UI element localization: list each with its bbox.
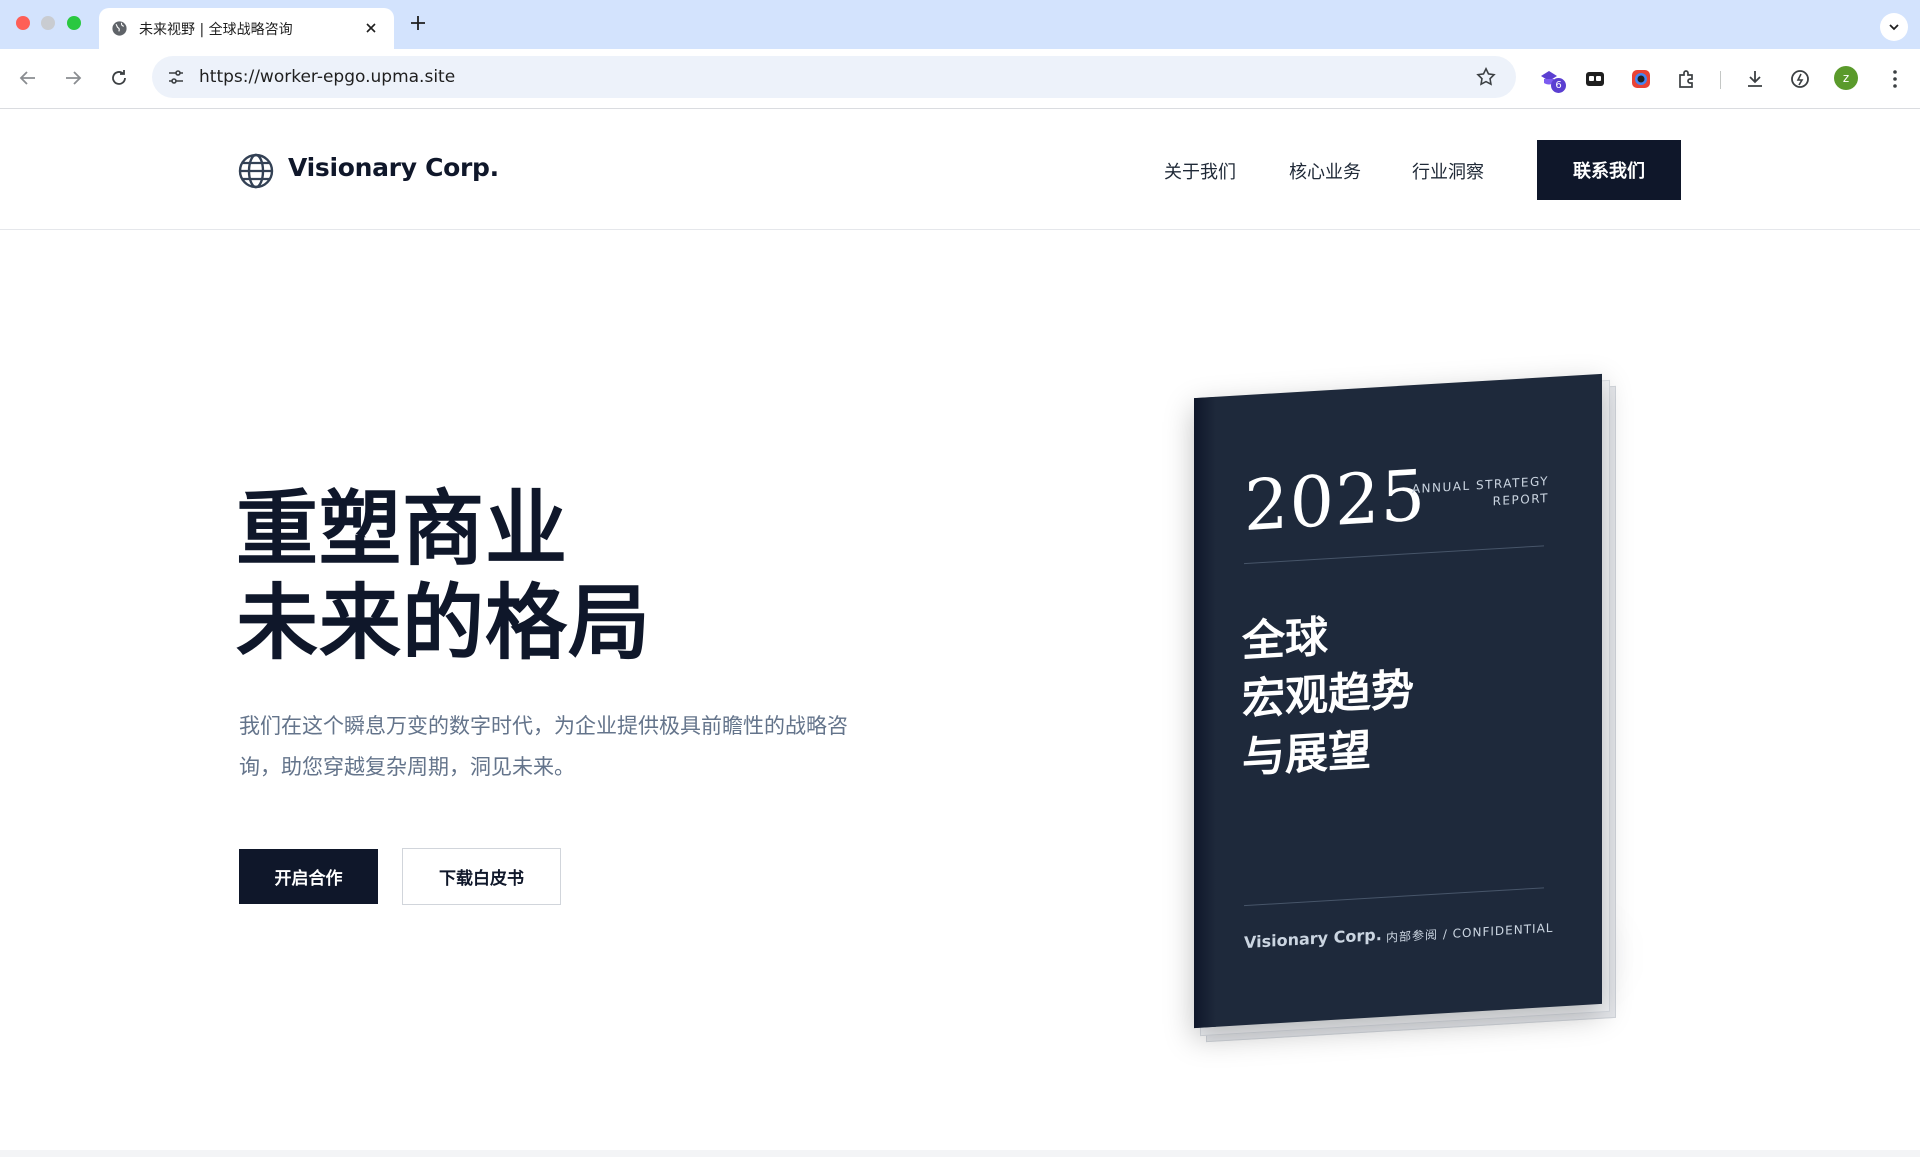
globe-favicon-icon bbox=[111, 20, 128, 37]
site-header: Visionary Corp. 关于我们 核心业务 行业洞察 联系我们 bbox=[0, 110, 1920, 230]
download-whitepaper-button[interactable]: 下载白皮书 bbox=[402, 848, 561, 905]
book-year: 2025 bbox=[1244, 454, 1427, 548]
hero-title: 重塑商业 未来的格局 bbox=[236, 482, 651, 670]
nav-link-insights[interactable]: 行业洞察 bbox=[1412, 158, 1484, 184]
close-window-button[interactable] bbox=[16, 16, 30, 30]
tab-title: 未来视野 | 全球战略咨询 bbox=[139, 22, 293, 38]
new-tab-icon[interactable] bbox=[408, 13, 428, 33]
report-book-mockup: 2025 ANNUAL STRATEGY REPORT 全球 宏观趋势 与展望 … bbox=[1170, 370, 1670, 1050]
toolbar-divider bbox=[1720, 71, 1721, 89]
book-cover: 2025 ANNUAL STRATEGY REPORT 全球 宏观趋势 与展望 … bbox=[1194, 373, 1602, 1029]
page-bottom-divider bbox=[0, 1150, 1920, 1157]
start-cooperation-button[interactable]: 开启合作 bbox=[239, 849, 378, 904]
book-heading-line-3: 与展望 bbox=[1242, 725, 1371, 784]
url-text: https://worker-epgo.upma.site bbox=[199, 67, 456, 87]
download-icon[interactable] bbox=[1743, 67, 1767, 91]
extension-badge-icon[interactable]: 6 bbox=[1538, 67, 1566, 93]
minimize-window-button[interactable] bbox=[41, 16, 55, 30]
maximize-window-button[interactable] bbox=[67, 16, 81, 30]
nav-link-about[interactable]: 关于我们 bbox=[1164, 158, 1236, 184]
book-spine bbox=[1194, 396, 1216, 1029]
extension-badge-count: 6 bbox=[1551, 78, 1566, 93]
extensions-puzzle-icon[interactable] bbox=[1675, 67, 1699, 91]
book-heading-line-1: 全球 bbox=[1242, 612, 1328, 668]
browser-toolbar: https://worker-epgo.upma.site 6 bbox=[0, 49, 1920, 109]
reload-icon[interactable] bbox=[108, 67, 130, 89]
profile-avatar[interactable]: z bbox=[1834, 66, 1858, 90]
book-confidential-label: 内部参阅 / CONFIDENTIAL bbox=[1386, 920, 1554, 945]
forward-arrow-icon[interactable] bbox=[62, 67, 84, 89]
contact-button[interactable]: 联系我们 bbox=[1537, 140, 1681, 200]
hero-title-line-1: 重塑商业 bbox=[236, 481, 569, 577]
book-tag: ANNUAL STRATEGY REPORT bbox=[1404, 473, 1549, 516]
book-divider-bottom bbox=[1244, 887, 1544, 907]
globe-logo-icon[interactable] bbox=[237, 152, 275, 190]
site-info-icon[interactable] bbox=[166, 67, 186, 87]
book-heading-line-2: 宏观趋势 bbox=[1242, 665, 1414, 726]
address-bar[interactable]: https://worker-epgo.upma.site bbox=[152, 56, 1516, 98]
logo-text[interactable]: Visionary Corp. bbox=[288, 153, 499, 182]
book-divider-top bbox=[1244, 545, 1544, 565]
nav-link-services[interactable]: 核心业务 bbox=[1289, 158, 1361, 184]
tab-search-button[interactable] bbox=[1880, 13, 1908, 41]
close-tab-icon[interactable] bbox=[363, 20, 379, 36]
reader-mode-extension-icon[interactable] bbox=[1583, 67, 1607, 91]
browser-tab-active[interactable]: 未来视野 | 全球战略咨询 bbox=[99, 8, 394, 49]
book-brand: Visionary Corp. bbox=[1244, 924, 1382, 953]
back-arrow-icon[interactable] bbox=[17, 67, 39, 89]
bookmark-star-icon[interactable] bbox=[1475, 66, 1497, 88]
hero-title-line-2: 未来的格局 bbox=[236, 575, 652, 671]
more-menu-icon[interactable] bbox=[1883, 67, 1907, 91]
browser-tab-strip: 未来视野 | 全球战略咨询 bbox=[0, 0, 1920, 49]
hero-description: 我们在这个瞬息万变的数字时代，为企业提供极具前瞻性的战略咨询，助您穿越复杂周期，… bbox=[239, 714, 848, 779]
book-heading: 全球 宏观趋势 与展望 bbox=[1242, 603, 1414, 787]
performance-icon[interactable] bbox=[1788, 67, 1812, 91]
screen-recorder-extension-icon[interactable] bbox=[1629, 67, 1653, 91]
